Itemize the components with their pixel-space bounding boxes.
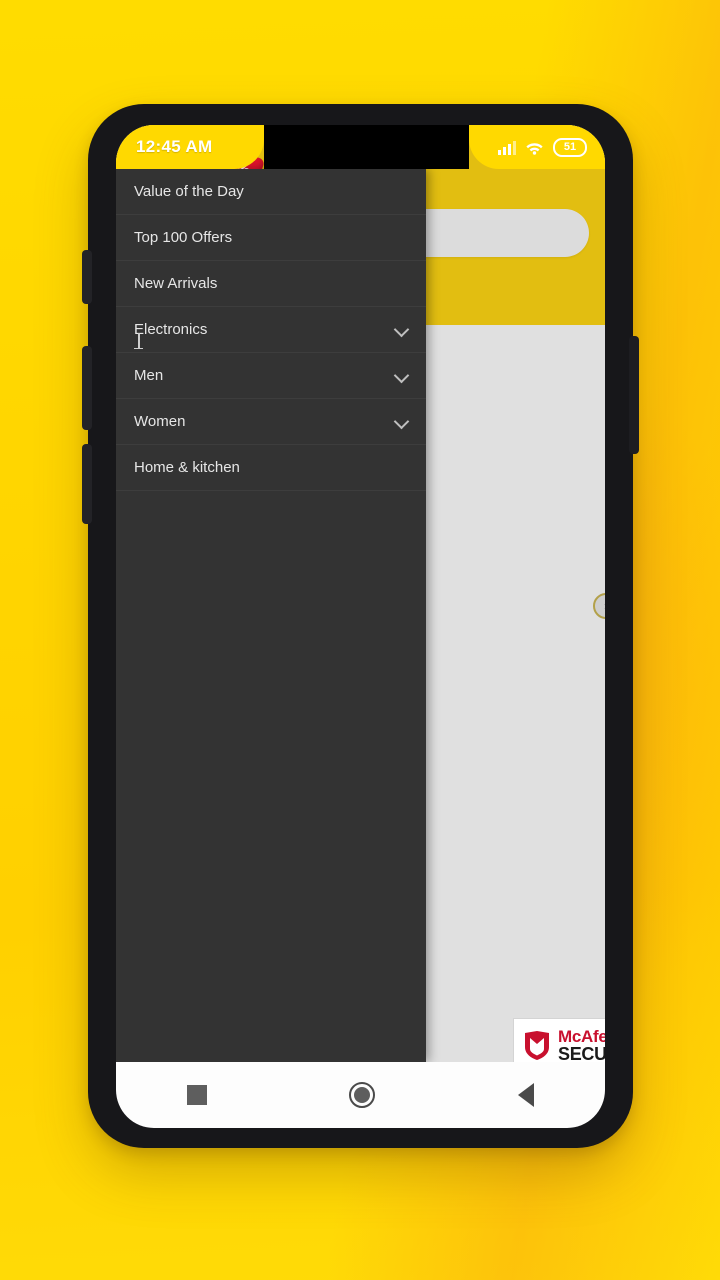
menu-item-label: Value of the Day xyxy=(134,183,244,200)
menu-item-label: Top 100 Offers xyxy=(134,229,233,246)
chevron-down-icon[interactable] xyxy=(395,369,408,382)
power-button[interactable] xyxy=(629,336,639,454)
menu-item-electronics[interactable]: Electronics xyxy=(116,307,426,353)
mcafee-text: McAfee SECURE xyxy=(558,1028,605,1063)
status-time: 12:45 AM xyxy=(136,137,213,156)
phone-screen-bezel: % NU sho Search products... xyxy=(116,125,605,1128)
cellular-signal-icon xyxy=(498,140,516,155)
chevron-down-icon[interactable] xyxy=(395,323,408,336)
phone-device-frame: % NU sho Search products... xyxy=(82,104,639,1148)
menu-item-men[interactable]: Men xyxy=(116,353,426,399)
menu-item-top-100-offers[interactable]: Top 100 Offers xyxy=(116,215,426,261)
menu-item-label: Men xyxy=(134,367,164,384)
mcafee-line2: SECURE xyxy=(558,1043,605,1063)
back-triangle-icon[interactable] xyxy=(517,1083,534,1107)
volume-down-button[interactable] xyxy=(82,444,92,524)
menu-item-label: Women xyxy=(134,413,186,430)
chevron-right-icon[interactable]: › xyxy=(593,593,605,619)
navigation-drawer: Value of the Day Top 100 Offers New Arri… xyxy=(116,169,426,1062)
mcafee-secure-badge[interactable]: McAfee SECURE xyxy=(514,1019,605,1062)
app-viewport: % NU sho Search products... xyxy=(116,125,605,1062)
chevron-down-icon[interactable] xyxy=(395,415,408,428)
status-bar-left: 12:45 AM xyxy=(116,125,264,169)
device-screen: % NU sho Search products... xyxy=(116,125,605,1128)
status-bar: 12:45 AM 51 xyxy=(116,125,605,177)
menu-item-new-arrivals[interactable]: New Arrivals xyxy=(116,261,426,307)
menu-item-women[interactable]: Women xyxy=(116,399,426,445)
menu-item-home-and-kitchen[interactable]: Home & kitchen xyxy=(116,445,426,491)
menu-item-label: New Arrivals xyxy=(134,275,218,292)
wifi-icon xyxy=(526,142,543,155)
mcafee-shield-icon xyxy=(525,1030,549,1060)
device-notch xyxy=(264,125,469,169)
battery-indicator: 51 xyxy=(553,137,587,157)
android-navigation-bar xyxy=(116,1062,605,1128)
status-bar-right: 51 xyxy=(469,125,605,169)
device-button-top-left[interactable] xyxy=(82,250,92,304)
home-circle-icon[interactable] xyxy=(349,1082,376,1108)
mcafee-line1: McAfee xyxy=(558,1026,605,1046)
menu-item-label: Home & kitchen xyxy=(134,459,240,476)
menu-item-label: Electronics xyxy=(134,321,208,338)
recents-square-icon[interactable] xyxy=(187,1085,208,1105)
volume-up-button[interactable] xyxy=(82,346,92,430)
